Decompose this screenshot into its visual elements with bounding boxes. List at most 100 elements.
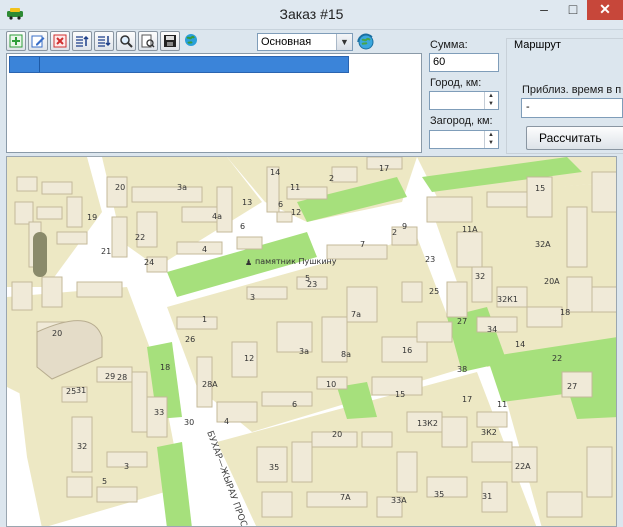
route-variant-value: Основная	[261, 36, 312, 48]
minimize-button[interactable]: –	[530, 0, 558, 20]
house-number: 38	[457, 365, 467, 374]
house-number: 3К2	[481, 428, 497, 437]
house-number: 7А	[340, 493, 351, 502]
house-number: 20	[332, 430, 342, 439]
house-number: 22А	[515, 462, 531, 471]
house-number: 20	[115, 183, 125, 192]
save-icon	[164, 35, 176, 47]
route-variant-select[interactable]: Основная ▼	[257, 33, 353, 51]
house-number: 14	[515, 340, 525, 349]
house-number: 11А	[462, 225, 478, 234]
house-number: 27	[457, 317, 467, 326]
house-number: 3	[124, 462, 129, 471]
house-number: 3а	[177, 183, 187, 192]
add-icon	[9, 34, 23, 48]
city-km-field[interactable]: ▲ ▼	[429, 91, 499, 110]
suburb-km-field[interactable]: ▲ ▼	[429, 130, 499, 149]
list-cell	[10, 57, 40, 72]
house-number: 28	[117, 373, 127, 382]
route-group-title: Маршрут	[512, 39, 563, 51]
title-bar: Заказ #15 – □ ✕	[0, 0, 623, 30]
spin-down-icon[interactable]: ▼	[485, 100, 497, 108]
house-number: 32	[475, 272, 485, 281]
house-number: 25	[429, 287, 439, 296]
house-number: 1	[202, 315, 207, 324]
tower-building	[33, 232, 47, 277]
house-number: 31	[76, 386, 86, 395]
house-number: 6	[278, 200, 283, 209]
move-up-button[interactable]	[72, 31, 92, 51]
house-number: 6	[240, 222, 245, 231]
city-map[interactable]: ♟ памятник Пушкину БУХАР—ЖЫРАУ ПРОС 20 3а…	[7, 157, 617, 527]
spin-up-icon[interactable]: ▲	[485, 92, 497, 100]
spin-down-icon[interactable]: ▼	[485, 139, 497, 147]
house-number: 5	[305, 274, 310, 283]
house-number: 22	[552, 354, 562, 363]
house-number: 7а	[351, 310, 361, 319]
sum-field[interactable]: 60	[429, 53, 499, 72]
list-item[interactable]	[9, 56, 349, 73]
search-button[interactable]	[116, 31, 136, 51]
house-number: 28А	[202, 380, 218, 389]
house-number: 11	[290, 183, 300, 192]
eta-field[interactable]: -	[521, 98, 623, 118]
house-number: 20	[52, 329, 62, 338]
house-number: 3а	[299, 347, 309, 356]
house-number: 32	[77, 442, 87, 451]
house-number: 12	[291, 208, 301, 217]
house-number: 11	[497, 400, 507, 409]
close-button[interactable]: ✕	[587, 0, 623, 20]
landmark-label: памятник Пушкину	[255, 257, 337, 266]
save-button[interactable]	[160, 31, 180, 51]
house-number: 35	[434, 490, 444, 499]
house-number: 21	[101, 247, 111, 256]
house-number: 16	[402, 346, 412, 355]
house-number: 31	[482, 492, 492, 501]
sum-label: Сумма:	[430, 39, 468, 51]
house-number: 27	[567, 382, 577, 391]
house-number: 17	[462, 395, 472, 404]
map-view[interactable]: ♟ памятник Пушкину БУХАР—ЖЫРАУ ПРОС 20 3а…	[6, 156, 617, 527]
delete-button[interactable]	[50, 31, 70, 51]
sort-down-icon	[98, 36, 111, 47]
move-down-button[interactable]	[94, 31, 114, 51]
house-number: 8а	[341, 350, 351, 359]
add-button[interactable]	[6, 31, 26, 51]
house-number: 7	[360, 240, 365, 249]
house-number: 13К2	[417, 419, 438, 428]
preview-icon	[141, 34, 155, 48]
edit-button[interactable]	[28, 31, 48, 51]
chevron-down-icon[interactable]: ▼	[336, 34, 352, 50]
house-number: 3	[250, 293, 255, 302]
house-number: 14	[270, 168, 280, 177]
monument-marker-icon: ♟	[245, 258, 252, 267]
house-number: 6	[292, 400, 297, 409]
search-icon	[120, 35, 133, 48]
house-number: 4	[202, 245, 207, 254]
house-number: 24	[144, 258, 154, 267]
refresh-globe-icon[interactable]	[356, 32, 376, 52]
city-km-spinner[interactable]: ▲ ▼	[484, 92, 497, 109]
house-number: 34	[487, 325, 497, 334]
suburb-km-spinner[interactable]: ▲ ▼	[484, 131, 497, 148]
maximize-button[interactable]: □	[559, 0, 587, 20]
spin-up-icon[interactable]: ▲	[485, 131, 497, 139]
preview-button[interactable]	[138, 31, 158, 51]
city-km-label: Город, км:	[430, 77, 482, 89]
house-number: 33	[154, 408, 164, 417]
delete-icon	[53, 34, 67, 48]
house-number: 15	[535, 184, 545, 193]
house-number: 32К1	[497, 295, 518, 304]
route-points-list[interactable]	[6, 53, 422, 153]
house-number: 33А	[391, 496, 407, 505]
calculate-button[interactable]: Рассчитать	[526, 126, 623, 150]
house-number: 13	[242, 198, 252, 207]
house-number: 20А	[544, 277, 560, 286]
house-number: 32А	[535, 240, 551, 249]
globe-icon	[185, 34, 197, 46]
house-number: 18	[560, 308, 570, 317]
map-button[interactable]	[182, 31, 202, 51]
house-number: 30	[184, 418, 194, 427]
house-number: 18	[160, 363, 170, 372]
house-number: 15	[395, 390, 405, 399]
